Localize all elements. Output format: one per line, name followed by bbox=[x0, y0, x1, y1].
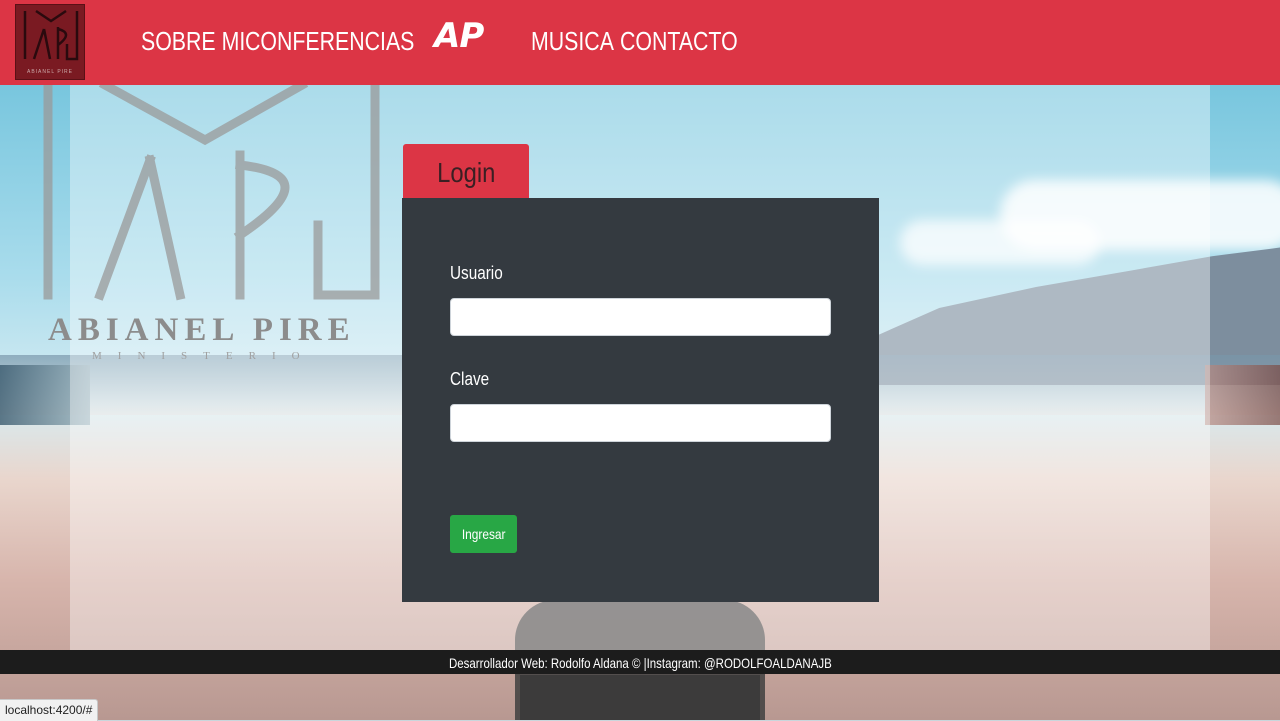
password-input[interactable] bbox=[450, 404, 831, 442]
logo-caption: ABIANEL PIRE bbox=[27, 69, 73, 75]
login-form: Usuario Clave Ingresar bbox=[402, 198, 879, 602]
navbar: ABIANEL PIRE SOBRE MI CONFERENCIAS AP MU… bbox=[0, 0, 1280, 85]
nav-conferencias[interactable]: CONFERENCIAS bbox=[245, 26, 414, 60]
watermark-name: ABIANEL PIRE bbox=[48, 312, 356, 348]
status-bar-url: localhost:4200/# bbox=[0, 699, 99, 721]
site-logo[interactable]: ABIANEL PIRE bbox=[15, 4, 85, 80]
username-input[interactable] bbox=[450, 298, 831, 336]
footer: Desarrollador Web: Rodolfo Aldana © |Ins… bbox=[0, 650, 1280, 674]
login-submit-label: Ingresar bbox=[461, 526, 506, 542]
ap-logo-icon bbox=[23, 9, 79, 61]
nav-brand[interactable]: AP bbox=[434, 16, 484, 56]
username-label: Usuario bbox=[450, 263, 503, 283]
login-submit-button[interactable]: Ingresar bbox=[450, 515, 517, 553]
login-tab-label: Login bbox=[436, 157, 496, 188]
shore bbox=[1205, 365, 1280, 425]
watermark-subtitle: MINISTERIO bbox=[92, 350, 316, 362]
password-label: Clave bbox=[450, 369, 490, 389]
login-tab: Login bbox=[403, 144, 529, 198]
nav-contacto[interactable]: CONTACTO bbox=[620, 26, 738, 60]
footer-credits: Desarrollador Web: Rodolfo Aldana © |Ins… bbox=[448, 655, 832, 671]
nav-sobre-mi[interactable]: SOBRE MI bbox=[141, 26, 245, 60]
nav-musica[interactable]: MUSICA bbox=[531, 26, 614, 60]
person-silhouette-base bbox=[520, 675, 760, 720]
